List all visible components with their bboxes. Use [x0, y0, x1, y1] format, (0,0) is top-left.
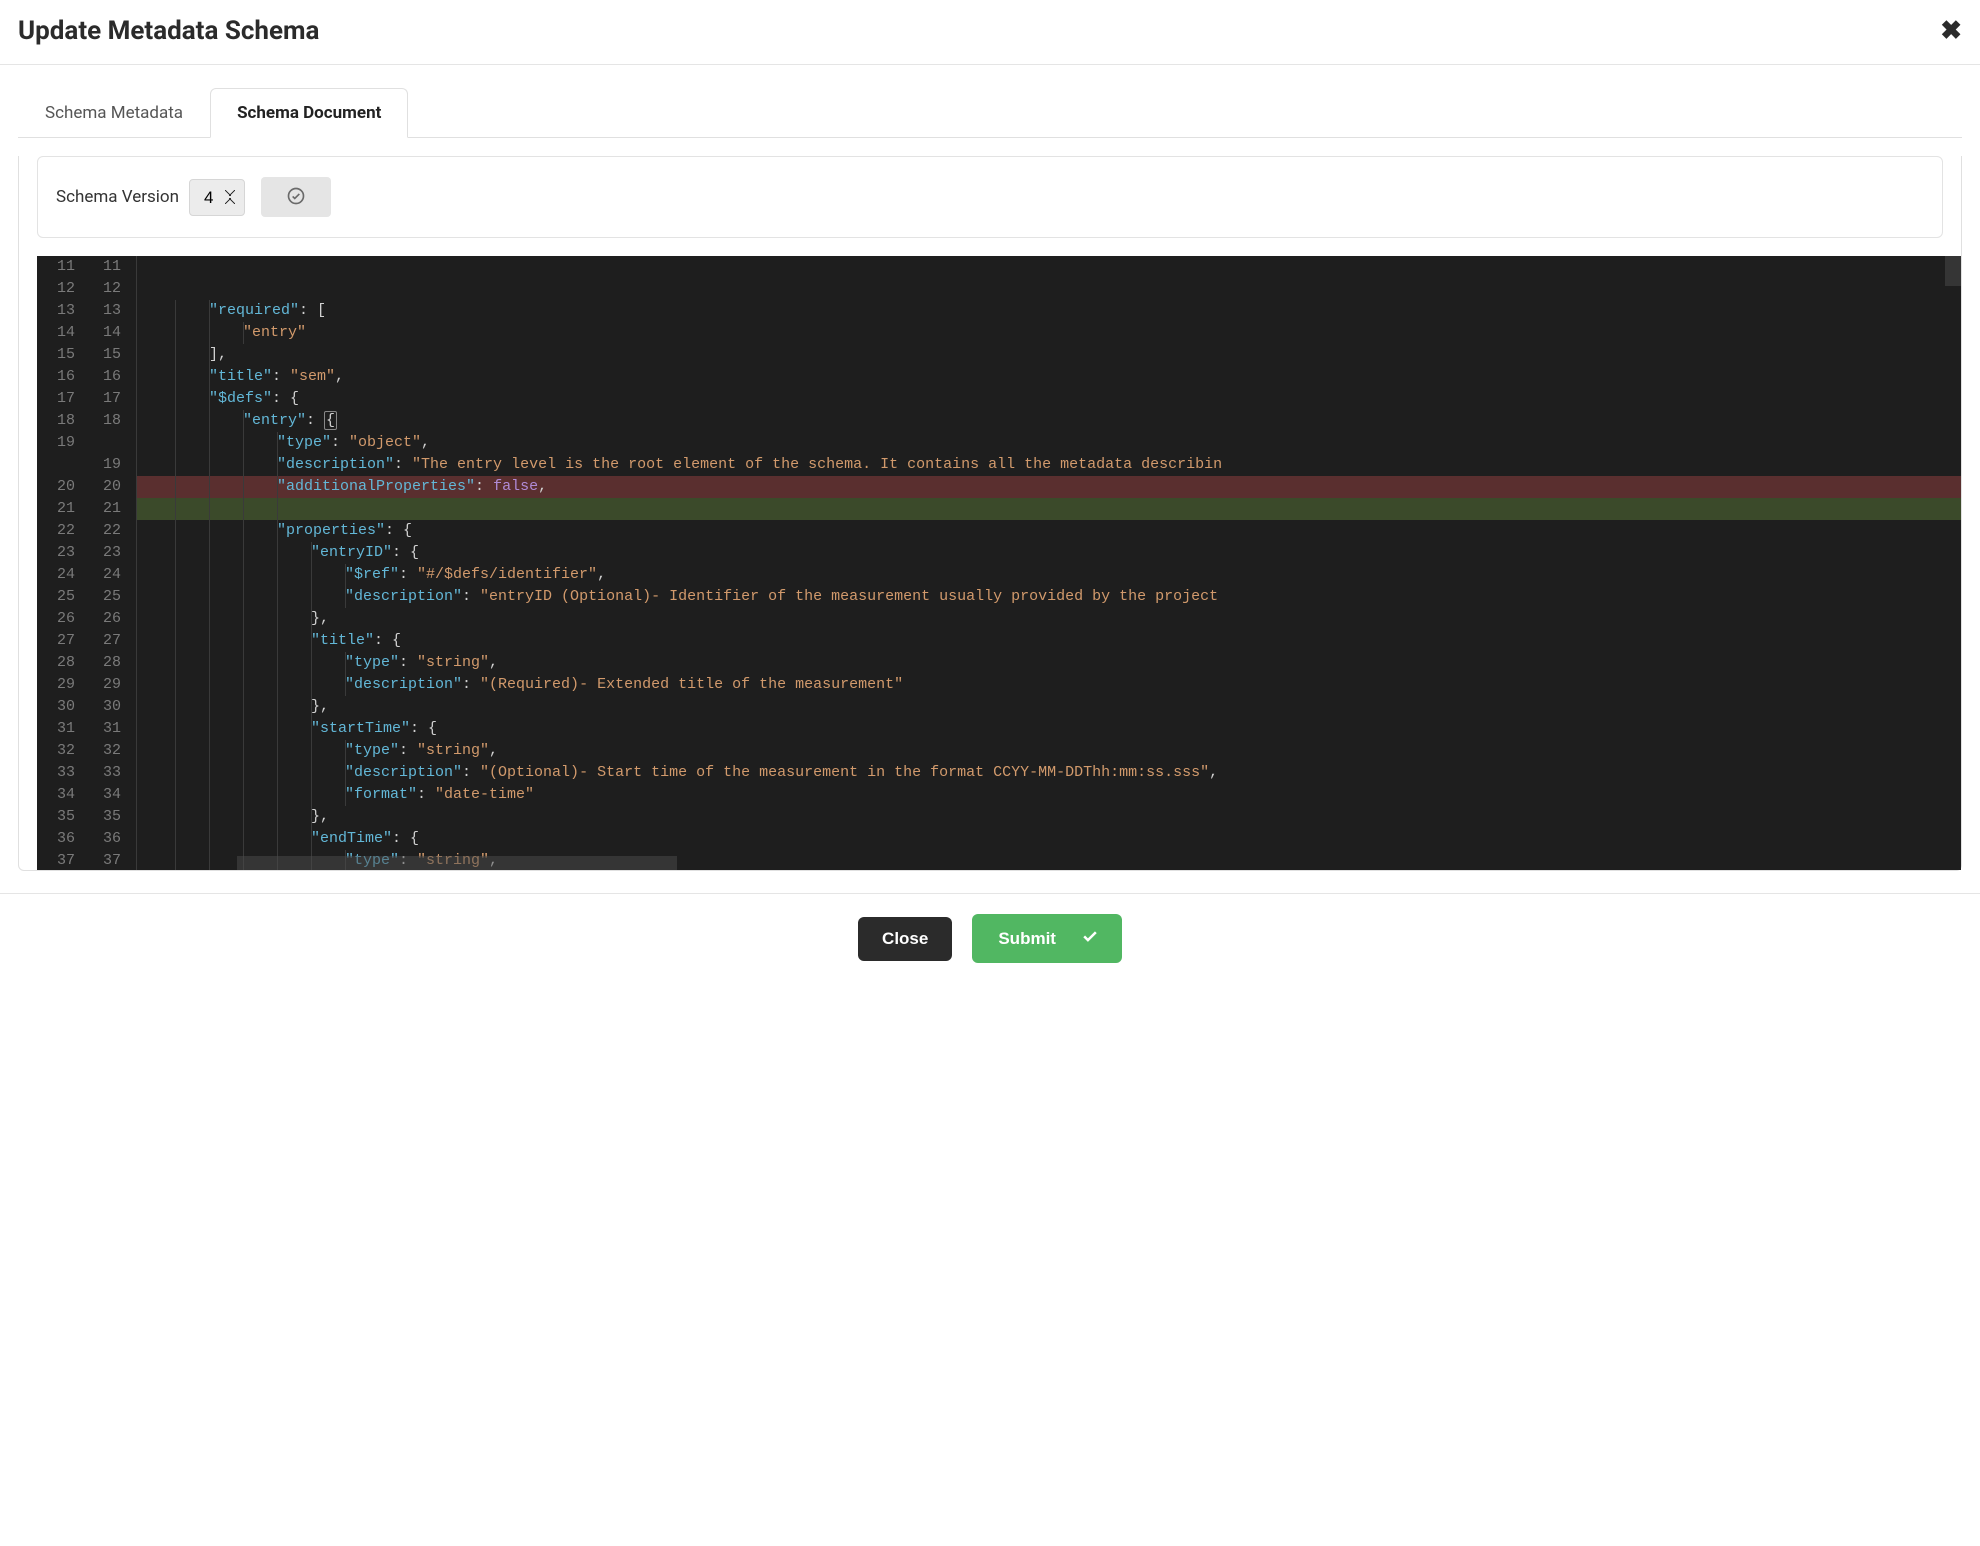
code-line[interactable]: "entry": [137, 322, 1961, 344]
code-line[interactable]: "description": "entryID (Optional)- Iden…: [137, 586, 1961, 608]
check-icon: [1080, 926, 1100, 951]
check-circle-icon: [286, 186, 306, 209]
code-line[interactable]: "properties": {: [137, 520, 1961, 542]
code-line[interactable]: "description": "The entry level is the r…: [137, 454, 1961, 476]
code-line[interactable]: "entryID": {: [137, 542, 1961, 564]
code-line[interactable]: "required": [: [137, 300, 1961, 322]
tab-bar: Schema Metadata Schema Document: [18, 87, 1962, 138]
code-line[interactable]: "$ref": "#/$defs/identifier",: [137, 564, 1961, 586]
modal-title: Update Metadata Schema: [18, 16, 319, 46]
code-line[interactable]: "format": "date-time": [137, 784, 1961, 806]
code-line[interactable]: },: [137, 608, 1961, 630]
tab-content: Schema Version 4 11111212131314141515161…: [18, 156, 1962, 871]
code-line[interactable]: },: [137, 696, 1961, 718]
schema-version-bar: Schema Version 4: [37, 156, 1943, 238]
code-editor[interactable]: 1111121213131414151516161717181819192020…: [37, 256, 1961, 870]
code-line[interactable]: "entry": {: [137, 410, 1961, 432]
code-line[interactable]: "type": "string",: [137, 652, 1961, 674]
modal-footer: Close Submit: [0, 893, 1980, 983]
close-icon[interactable]: ✖: [1940, 18, 1962, 44]
editor-horizontal-scrollbar[interactable]: [237, 856, 677, 870]
code-line[interactable]: "type": "object",: [137, 432, 1961, 454]
close-button[interactable]: Close: [858, 917, 952, 961]
editor-gutter: 1111121213131414151516161717181819192020…: [37, 256, 137, 870]
code-line[interactable]: "startTime": {: [137, 718, 1961, 740]
submit-label: Submit: [998, 929, 1056, 949]
code-line[interactable]: "$defs": {: [137, 388, 1961, 410]
code-line[interactable]: },: [137, 806, 1961, 828]
validate-button[interactable]: [261, 177, 331, 217]
schema-version-label: Schema Version: [56, 187, 179, 207]
code-line[interactable]: "additionalProperties": false,: [137, 476, 1961, 498]
tab-schema-document[interactable]: Schema Document: [210, 88, 408, 138]
submit-button[interactable]: Submit: [972, 914, 1122, 963]
modal: Update Metadata Schema ✖ Schema Metadata…: [0, 0, 1980, 983]
code-line[interactable]: "title": {: [137, 630, 1961, 652]
code-line[interactable]: ],: [137, 344, 1961, 366]
code-line[interactable]: "type": "string",: [137, 740, 1961, 762]
editor-code[interactable]: "required": ["entry"],"title": "sem","$d…: [137, 256, 1961, 870]
tab-schema-metadata[interactable]: Schema Metadata: [18, 88, 210, 138]
editor-vertical-scrollbar[interactable]: [1945, 256, 1961, 286]
code-line[interactable]: "endTime": {: [137, 828, 1961, 850]
code-line[interactable]: "description": "(Required)- Extended tit…: [137, 674, 1961, 696]
modal-body: Schema Metadata Schema Document Schema V…: [0, 65, 1980, 871]
schema-version-select[interactable]: 4: [189, 179, 245, 216]
modal-header: Update Metadata Schema ✖: [0, 0, 1980, 65]
code-line[interactable]: "description": "(Optional)- Start time o…: [137, 762, 1961, 784]
code-line[interactable]: "title": "sem",: [137, 366, 1961, 388]
code-line[interactable]: [137, 498, 1961, 520]
